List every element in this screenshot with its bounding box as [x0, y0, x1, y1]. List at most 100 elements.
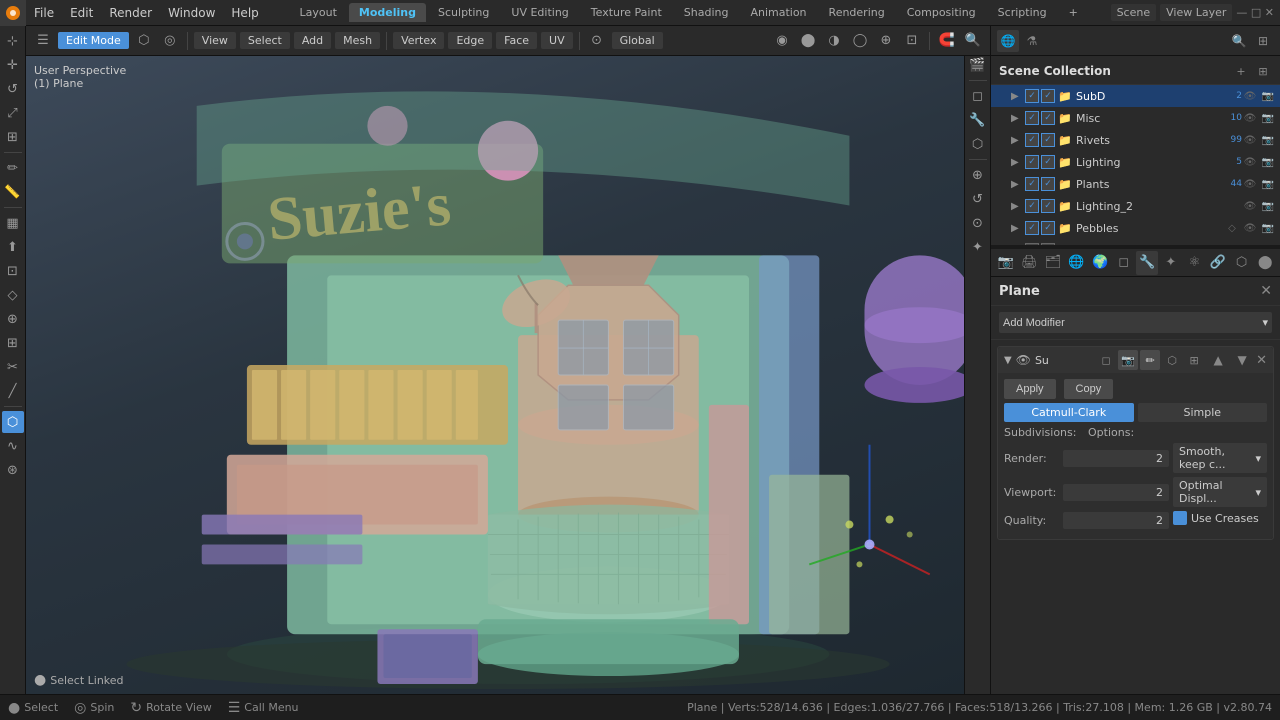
tool-control-4[interactable]: ✦	[967, 236, 989, 258]
view-menu[interactable]: View	[194, 32, 236, 49]
rivets-hide-icon[interactable]: 👁	[1242, 132, 1258, 148]
tool-edit-face[interactable]: ▦	[2, 212, 24, 234]
misc-render-icon[interactable]: 📷	[1260, 110, 1276, 126]
tab-modeling[interactable]: Modeling	[349, 3, 426, 22]
pebbles-cb2[interactable]	[1041, 221, 1055, 235]
view-layer-selector[interactable]: View Layer	[1160, 4, 1232, 21]
collection-item-rivets[interactable]: ▶ 📁 Rivets 99 👁 📷	[991, 129, 1280, 151]
viewport-overlay-toggle[interactable]: ⊕	[875, 30, 897, 52]
copy-button[interactable]: Copy	[1064, 379, 1114, 399]
rph-filter-icon[interactable]: ⚗	[1021, 30, 1043, 52]
misc-cb[interactable]	[1025, 111, 1039, 125]
tool-measure[interactable]: 📏	[2, 181, 24, 203]
proportional-edit-icon[interactable]: ⊙	[586, 30, 608, 52]
modifier-up-arrow[interactable]: ▲	[1208, 350, 1228, 370]
prop-object-icon[interactable]: ◻	[1113, 251, 1135, 275]
prop-modifier-icon[interactable]: 🔧	[1136, 251, 1158, 275]
plants-hide-icon[interactable]: 👁	[1242, 176, 1258, 192]
bg-hide-icon[interactable]: 👁	[1242, 242, 1258, 245]
catmull-clark-btn[interactable]: Catmull-Clark	[1004, 403, 1134, 422]
pebbles-render-icon[interactable]: 📷	[1260, 220, 1276, 236]
add-menu[interactable]: Add	[294, 32, 331, 49]
lighting-cb[interactable]	[1025, 155, 1039, 169]
rph-filter2-icon[interactable]: ⊞	[1252, 30, 1274, 52]
rph-scene-icon[interactable]: 🌐	[997, 30, 1019, 52]
tool-inset[interactable]: ⊡	[2, 260, 24, 282]
modifier-close-btn[interactable]: ✕	[1256, 353, 1267, 368]
tool-extrude[interactable]: ⬆	[2, 236, 24, 258]
simple-btn[interactable]: Simple	[1138, 403, 1268, 422]
tab-add[interactable]: +	[1059, 3, 1088, 22]
viewport-xray-toggle[interactable]: ⊡	[901, 30, 923, 52]
props-material-icon[interactable]: ⬡	[967, 133, 989, 155]
modifier-visibility-icon[interactable]: 👁	[1016, 353, 1031, 367]
sc-filter-icon[interactable]: ⊞	[1254, 62, 1272, 80]
face-menu[interactable]: Face	[496, 32, 537, 49]
tool-control-1[interactable]: ⊕	[967, 164, 989, 186]
mod-render-icon[interactable]: 📷	[1118, 350, 1138, 370]
tab-uv-editing[interactable]: UV Editing	[501, 3, 578, 22]
viewport-shading-3[interactable]: ◑	[823, 30, 845, 52]
tool-control-3[interactable]: ⊙	[967, 212, 989, 234]
mod-editmode-icon[interactable]: ✏	[1140, 350, 1160, 370]
sc-add-icon[interactable]: +	[1232, 62, 1250, 80]
tool-offset-edge[interactable]: ⊞	[2, 332, 24, 354]
subd-render-icon[interactable]: 📷	[1260, 88, 1276, 104]
modifier-down-arrow[interactable]: ▼	[1232, 350, 1252, 370]
props-render-icon[interactable]: 🎬	[967, 54, 989, 76]
viewport-shading-4[interactable]: ◯	[849, 30, 871, 52]
object-name-close-btn[interactable]: ✕	[1260, 283, 1272, 299]
pebbles-cb[interactable]	[1025, 221, 1039, 235]
add-modifier-button[interactable]: Add Modifier ▾	[999, 312, 1272, 333]
tool-rotate[interactable]: ↺	[2, 78, 24, 100]
viewport-mode-icon[interactable]: ☰	[32, 30, 54, 52]
collection-item-misc[interactable]: ▶ 📁 Misc 10 👁 📷	[991, 107, 1280, 129]
edit-mode-dropdown[interactable]: Edit Mode	[58, 32, 129, 49]
smooth-dropdown[interactable]: Smooth, keep c... ▾	[1173, 443, 1267, 473]
viewport-value[interactable]: 2	[1063, 484, 1169, 501]
rivets-cb[interactable]	[1025, 133, 1039, 147]
prop-world-icon[interactable]: 🌍	[1089, 251, 1111, 275]
menu-window[interactable]: Window	[160, 0, 223, 26]
tab-texture-paint[interactable]: Texture Paint	[581, 3, 672, 22]
bg-cb[interactable]	[1025, 243, 1039, 245]
tool-control-2[interactable]: ↺	[967, 188, 989, 210]
lighting2-render-icon[interactable]: 📷	[1260, 198, 1276, 214]
lighting2-hide-icon[interactable]: 👁	[1242, 198, 1258, 214]
misc-hide-icon[interactable]: 👁	[1242, 110, 1258, 126]
apply-button[interactable]: Apply	[1004, 379, 1056, 399]
prop-scene2-icon[interactable]: 🌐	[1066, 251, 1088, 275]
tab-scripting[interactable]: Scripting	[988, 3, 1057, 22]
rivets-render-icon[interactable]: 📷	[1260, 132, 1276, 148]
subd-hide-icon[interactable]: 👁	[1242, 88, 1258, 104]
lighting2-cb2[interactable]	[1041, 199, 1055, 213]
tool-move[interactable]: ✛	[2, 54, 24, 76]
edge-menu[interactable]: Edge	[448, 32, 492, 49]
viewport-shading-1[interactable]: ◉	[771, 30, 793, 52]
rph-search-icon[interactable]: 🔍	[1228, 30, 1250, 52]
viewport-display-icon[interactable]: ⬡	[133, 30, 155, 52]
quality-value[interactable]: 2	[1063, 512, 1169, 529]
menu-render[interactable]: Render	[101, 0, 160, 26]
mod-realtime-icon[interactable]: ◻	[1096, 350, 1116, 370]
collection-item-lighting[interactable]: ▶ 📁 Lighting 5 👁 📷	[991, 151, 1280, 173]
plants-cb[interactable]	[1025, 177, 1039, 191]
pebbles-special-icon[interactable]: ◇	[1224, 220, 1240, 236]
prop-constraints-icon[interactable]: 🔗	[1207, 251, 1229, 275]
tab-shading[interactable]: Shading	[674, 3, 739, 22]
tool-smooth[interactable]: ∿	[2, 435, 24, 457]
tab-rendering[interactable]: Rendering	[819, 3, 895, 22]
use-creases-checkbox[interactable]	[1173, 511, 1187, 525]
prop-output-icon[interactable]: 🖨	[1019, 251, 1041, 275]
menu-file[interactable]: File	[26, 0, 62, 26]
mesh-menu[interactable]: Mesh	[335, 32, 380, 49]
prop-data-icon[interactable]: ⬡	[1231, 251, 1253, 275]
lighting-cb2[interactable]	[1041, 155, 1055, 169]
lighting-hide-icon[interactable]: 👁	[1242, 154, 1258, 170]
tool-annotate[interactable]: ✏	[2, 157, 24, 179]
search-icon[interactable]: 🔍	[962, 30, 984, 52]
viewport-overlay-icon[interactable]: ◎	[159, 30, 181, 52]
snap-icon[interactable]: 🧲	[936, 30, 958, 52]
subd-checkbox2[interactable]	[1041, 89, 1055, 103]
tool-loop-cut[interactable]: ⊕	[2, 308, 24, 330]
